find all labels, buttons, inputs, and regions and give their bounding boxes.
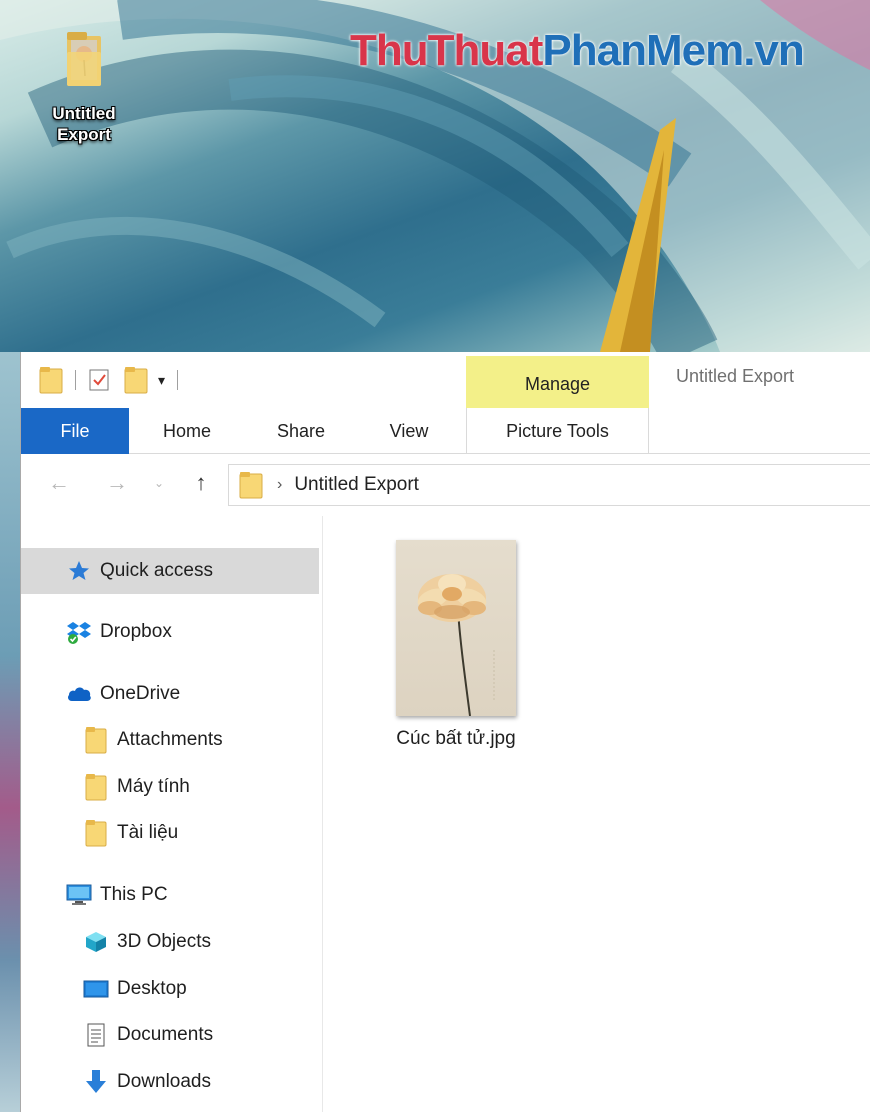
desktop-icon-label: Untitled Export xyxy=(52,104,116,144)
watermark-part2: PhanMem.vn xyxy=(542,26,804,75)
toolbar-separator xyxy=(75,370,76,390)
wallpaper-edge xyxy=(0,352,20,1112)
sidebar-item-dropbox[interactable]: Dropbox xyxy=(21,609,319,655)
sidebar-item-label: OneDrive xyxy=(100,683,181,704)
tab-file[interactable]: File xyxy=(21,408,129,454)
properties-icon[interactable] xyxy=(88,368,110,392)
breadcrumb-untitled-export[interactable]: Untitled Export xyxy=(294,474,419,496)
sidebar-item-desktop[interactable]: Desktop xyxy=(21,966,319,1012)
up-arrow-icon[interactable]: ↑ xyxy=(183,468,219,498)
file-explorer-window: ▾ Manage Untitled Export File Home Share… xyxy=(20,352,870,1112)
sidebar-item-onedrive[interactable]: OneDrive xyxy=(21,671,319,717)
navigation-bar: ← → ⌄ ↑ › Untitled Export xyxy=(21,454,870,516)
watermark-logo: ThuThuatPhanMem.vn xyxy=(350,26,805,76)
desktop-wallpaper: ThuThuatPhanMem.vn Untitled Export xyxy=(0,0,870,352)
sidebar-item-attachments[interactable]: Attachments xyxy=(21,717,319,763)
sidebar-item-label: Downloads xyxy=(117,1071,211,1092)
file-list-pane: Cúc bất tử.jpg xyxy=(324,516,870,1112)
image-thumbnail xyxy=(396,540,516,716)
sidebar-item-label: Desktop xyxy=(117,978,187,999)
sidebar-item-documents[interactable]: Documents xyxy=(21,1012,319,1058)
folder-icon[interactable] xyxy=(39,366,63,394)
folder-icon xyxy=(83,820,109,847)
folder-icon xyxy=(83,774,109,801)
flower-image-icon xyxy=(417,574,495,716)
window-title: Untitled Export xyxy=(676,366,795,386)
file-item[interactable]: Cúc bất tử.jpg xyxy=(374,540,538,750)
breadcrumb-chevron-icon[interactable]: › xyxy=(277,476,282,494)
desktop-icon xyxy=(83,976,109,1002)
watermark-part1: ThuThuat xyxy=(350,26,543,75)
sidebar-item-label: This PC xyxy=(100,884,168,905)
tab-manage[interactable]: Manage xyxy=(466,356,649,408)
folder-icon xyxy=(239,472,263,499)
recent-locations-chevron-icon[interactable]: ⌄ xyxy=(149,468,169,498)
tab-picture-tools[interactable]: Picture Tools xyxy=(466,408,649,454)
sidebar-item-label: Máy tính xyxy=(117,776,190,797)
sidebar-item-label: Documents xyxy=(117,1024,214,1045)
file-name: Cúc bất tử.jpg xyxy=(396,728,516,749)
document-icon xyxy=(83,1022,109,1048)
title-bar: ▾ Manage Untitled Export xyxy=(21,352,870,408)
back-arrow-icon[interactable]: ← xyxy=(41,468,77,498)
onedrive-icon xyxy=(66,681,92,707)
sidebar-item-label: Attachments xyxy=(117,729,223,750)
sidebar-item-this-pc[interactable]: This PC xyxy=(21,872,319,918)
folder-icon xyxy=(83,727,109,754)
sidebar-item-tai-lieu[interactable]: Tài liệu xyxy=(21,810,319,856)
sidebar-item-label: Tài liệu xyxy=(117,822,179,843)
cube-icon xyxy=(83,929,109,955)
quick-access-toolbar: ▾ xyxy=(39,365,190,395)
dropbox-icon xyxy=(66,619,92,645)
download-icon xyxy=(83,1069,109,1095)
forward-arrow-icon[interactable]: → xyxy=(99,468,135,498)
new-folder-icon[interactable] xyxy=(124,366,148,394)
address-bar[interactable]: › Untitled Export xyxy=(228,464,870,506)
customize-toolbar-dropdown-icon[interactable]: ▾ xyxy=(158,365,165,395)
tab-home[interactable]: Home xyxy=(153,408,221,454)
sidebar-item-label: Quick access xyxy=(100,560,213,581)
ribbon-tabs: File Home Share View Picture Tools xyxy=(21,408,870,454)
sidebar-item-label: Dropbox xyxy=(100,621,172,642)
pc-icon xyxy=(66,882,92,908)
sidebar-item-may-tinh[interactable]: Máy tính xyxy=(21,764,319,810)
folder-icon xyxy=(67,32,101,86)
tab-view[interactable]: View xyxy=(379,408,439,454)
star-icon xyxy=(66,558,92,584)
desktop-folder-untitled-export[interactable]: Untitled Export xyxy=(34,30,134,145)
sidebar-item-quick-access[interactable]: Quick access xyxy=(21,548,319,594)
tab-share[interactable]: Share xyxy=(266,408,336,454)
toolbar-separator xyxy=(177,370,179,390)
sidebar-item-3d-objects[interactable]: 3D Objects xyxy=(21,919,319,965)
navigation-pane: Quick access Dropbox OneDrive Attachment… xyxy=(21,516,323,1112)
sidebar-item-label: 3D Objects xyxy=(117,931,211,952)
sidebar-item-downloads[interactable]: Downloads xyxy=(21,1059,319,1105)
